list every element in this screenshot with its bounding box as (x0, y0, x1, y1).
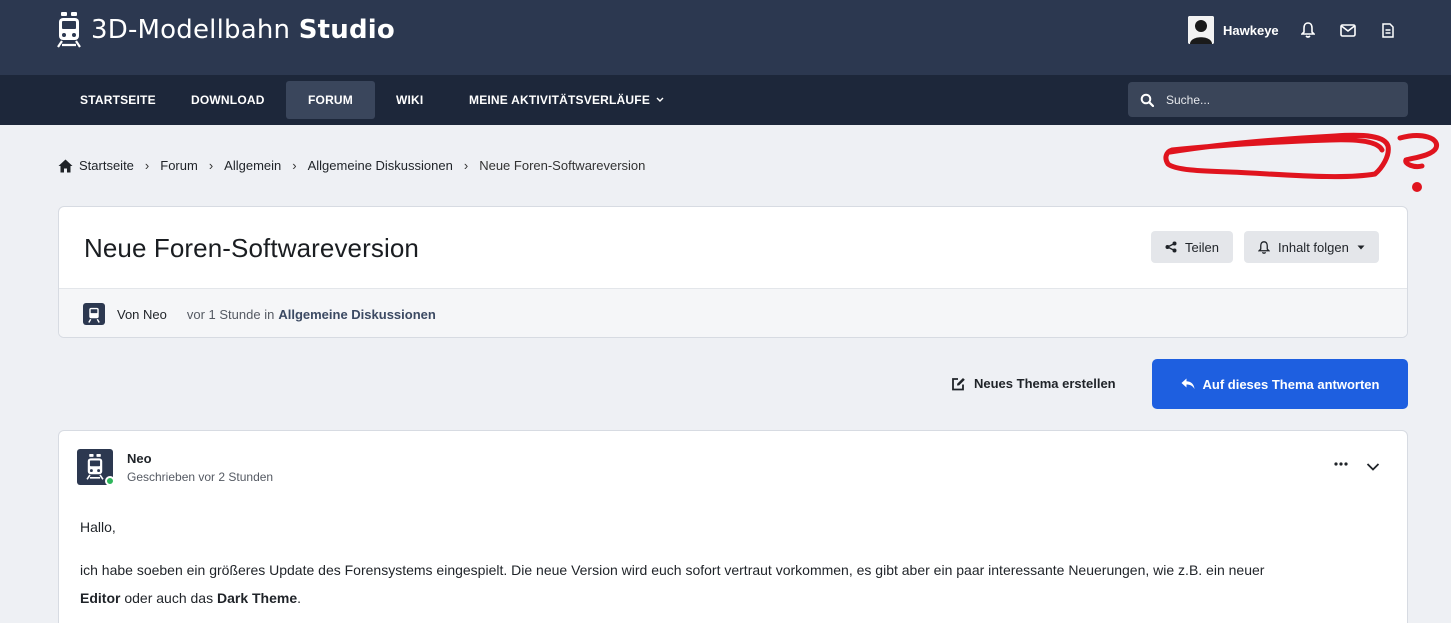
post-greeting: Hallo, (80, 519, 116, 535)
new-thread-button[interactable]: Neues Thema erstellen (951, 376, 1116, 391)
share-icon (1165, 241, 1177, 253)
breadcrumb-forum[interactable]: Forum (160, 158, 198, 173)
nav-item-download[interactable]: DOWNLOAD (169, 81, 287, 119)
breadcrumb: Startseite › Forum › Allgemein › Allgeme… (58, 158, 645, 173)
caret-down-icon (656, 97, 664, 102)
search-icon (1140, 93, 1154, 107)
author-avatar[interactable] (83, 303, 105, 325)
train-icon (86, 454, 104, 480)
post-paragraph: ich habe soeben ein größeres Update des … (80, 562, 1265, 606)
chevron-down-icon[interactable] (1366, 457, 1380, 477)
thread-time: vor 1 Stunde in (186, 306, 275, 322)
home-icon (58, 159, 73, 172)
chevron-right-icon: › (463, 158, 469, 173)
site-logo[interactable]: 3D-Modellbahn Studio (57, 12, 395, 48)
post-time: Geschrieben vor 2 Stunden (127, 470, 274, 484)
nav-item-startseite[interactable]: STARTSEITE (58, 81, 178, 119)
chevron-right-icon: › (292, 158, 297, 173)
more-options-icon[interactable] (1333, 459, 1349, 469)
bell-icon[interactable] (1298, 20, 1318, 40)
search-input[interactable] (1166, 92, 1386, 107)
train-icon (57, 12, 81, 48)
user-avatar[interactable] (1188, 16, 1214, 44)
post-author[interactable]: Neo (127, 451, 152, 466)
breadcrumb-allgemein[interactable]: Allgemein (224, 158, 281, 173)
post: Neo Geschrieben vor 2 Stunden Hallo, ich… (58, 430, 1408, 623)
user-name[interactable]: Hawkeye (1223, 23, 1279, 38)
edit-icon (952, 377, 965, 390)
mail-icon[interactable] (1338, 20, 1358, 40)
search-box[interactable] (1128, 82, 1408, 117)
site-title: 3D-Modellbahn Studio (91, 15, 395, 45)
document-icon[interactable] (1378, 20, 1398, 40)
bold-dark-theme: Dark Theme (216, 590, 298, 606)
train-icon (88, 307, 100, 323)
chevron-right-icon: › (208, 158, 214, 173)
reply-icon (1181, 378, 1194, 389)
red-scribble-annotation (1163, 132, 1439, 192)
user-icon (1188, 16, 1214, 44)
online-status-indicator (105, 476, 115, 486)
nav-item-activity[interactable]: MEINE AKTIVITÄTSVERLÄUFE (447, 81, 686, 119)
share-button[interactable]: Teilen (1151, 231, 1233, 263)
thread-author[interactable]: Von Neo (117, 307, 167, 322)
breadcrumb-allgemeine-diskussionen[interactable]: Allgemeine Diskussionen (308, 158, 453, 173)
post-content: Hallo, ich habe soeben ein größeres Upda… (80, 513, 1380, 623)
site-header: 3D-Modellbahn Studio Hawkeye (0, 0, 1451, 75)
main-nav: STARTSEITE DOWNLOAD FORUM WIKI MEINE AKT… (0, 75, 1451, 125)
thread-meta: Von Neo vor 1 Stunde in Allgemeine Disku… (59, 288, 1407, 337)
chevron-right-icon: › (144, 158, 150, 173)
bell-icon (1258, 240, 1270, 254)
nav-item-forum[interactable]: FORUM (286, 81, 375, 119)
nav-item-wiki[interactable]: WIKI (374, 81, 445, 119)
breadcrumb-current: Neue Foren-Softwareversion (479, 158, 646, 173)
bold-editor: Editor (80, 590, 121, 606)
breadcrumb-home[interactable]: Startseite (58, 158, 134, 173)
thread-header-card: Neue Foren-Softwareversion Teilen Inhalt… (58, 206, 1408, 338)
thread-category-link[interactable]: Allgemeine Diskussionen (278, 307, 436, 322)
follow-content-button[interactable]: Inhalt folgen (1244, 231, 1379, 263)
reply-button[interactable]: Auf dieses Thema antworten (1152, 359, 1408, 409)
thread-title: Neue Foren-Softwareversion (84, 233, 419, 263)
caret-down-icon (1357, 245, 1365, 249)
